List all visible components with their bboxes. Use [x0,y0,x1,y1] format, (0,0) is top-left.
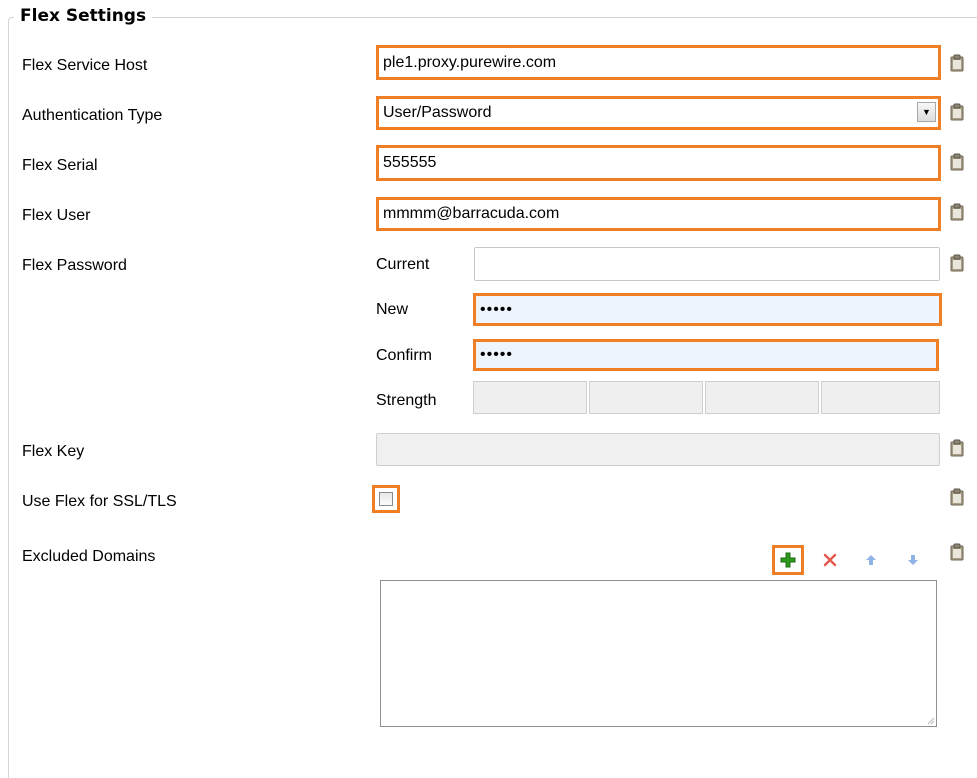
strength-segment-4 [821,381,940,414]
user-value: mmmm@barracuda.com [383,205,560,222]
clipboard-lock-icon[interactable] [950,543,964,561]
user-input[interactable]: mmmm@barracuda.com [376,197,941,231]
service-host-value: ple1.proxy.purewire.com [383,53,557,71]
new-password-input[interactable]: ••••• [473,293,942,326]
clipboard-lock-icon[interactable] [950,103,964,121]
current-password-label: Current [376,256,430,273]
new-password-value: ••••• [480,300,514,318]
confirm-password-input[interactable]: ••••• [473,339,939,371]
clipboard-lock-icon[interactable] [950,488,964,506]
excluded-domains-toolbar [770,543,936,577]
strength-segment-1 [473,381,587,414]
key-input[interactable] [376,433,940,466]
clipboard-lock-icon[interactable] [950,203,964,221]
current-password-input[interactable] [474,247,940,281]
strength-segment-3 [705,381,819,414]
confirm-password-value: ••••• [480,346,514,363]
new-password-label: New [376,301,409,318]
arrow-up-icon [866,555,876,565]
user-label: Flex User [22,207,91,224]
confirm-password-label: Confirm [376,347,433,364]
section-title: Flex Settings [14,6,153,26]
chevron-down-icon[interactable]: ▼ [917,102,936,122]
service-host-input[interactable]: ple1.proxy.purewire.com [376,45,941,80]
checkbox-box [379,492,393,506]
plus-icon [780,552,796,568]
excluded-domains-list[interactable] [380,580,937,727]
ssl-tls-checkbox[interactable] [372,485,400,513]
serial-input[interactable]: 555555 [376,145,941,181]
move-down-button[interactable] [897,545,929,575]
resize-grip-icon[interactable] [927,717,935,725]
move-up-button[interactable] [855,545,887,575]
arrow-down-icon [908,555,918,565]
serial-label: Flex Serial [22,157,98,174]
add-domain-button[interactable] [772,545,804,575]
serial-value: 555555 [383,154,437,171]
auth-type-value: User/Password [383,104,492,121]
strength-label: Strength [376,392,437,409]
ssl-tls-label: Use Flex for SSL/TLS [22,493,177,510]
auth-type-select[interactable]: User/Password ▼ [376,96,941,130]
password-label: Flex Password [22,257,127,274]
auth-type-label: Authentication Type [22,107,163,124]
remove-domain-button[interactable] [814,545,846,575]
clipboard-lock-icon[interactable] [950,153,964,171]
service-host-label: Flex Service Host [22,57,148,74]
excluded-domains-label: Excluded Domains [22,548,156,565]
delete-x-icon [823,553,837,567]
strength-segment-2 [589,381,703,414]
clipboard-lock-icon[interactable] [950,54,964,72]
clipboard-lock-icon[interactable] [950,254,964,272]
key-label: Flex Key [22,443,85,460]
clipboard-lock-icon[interactable] [950,439,964,457]
